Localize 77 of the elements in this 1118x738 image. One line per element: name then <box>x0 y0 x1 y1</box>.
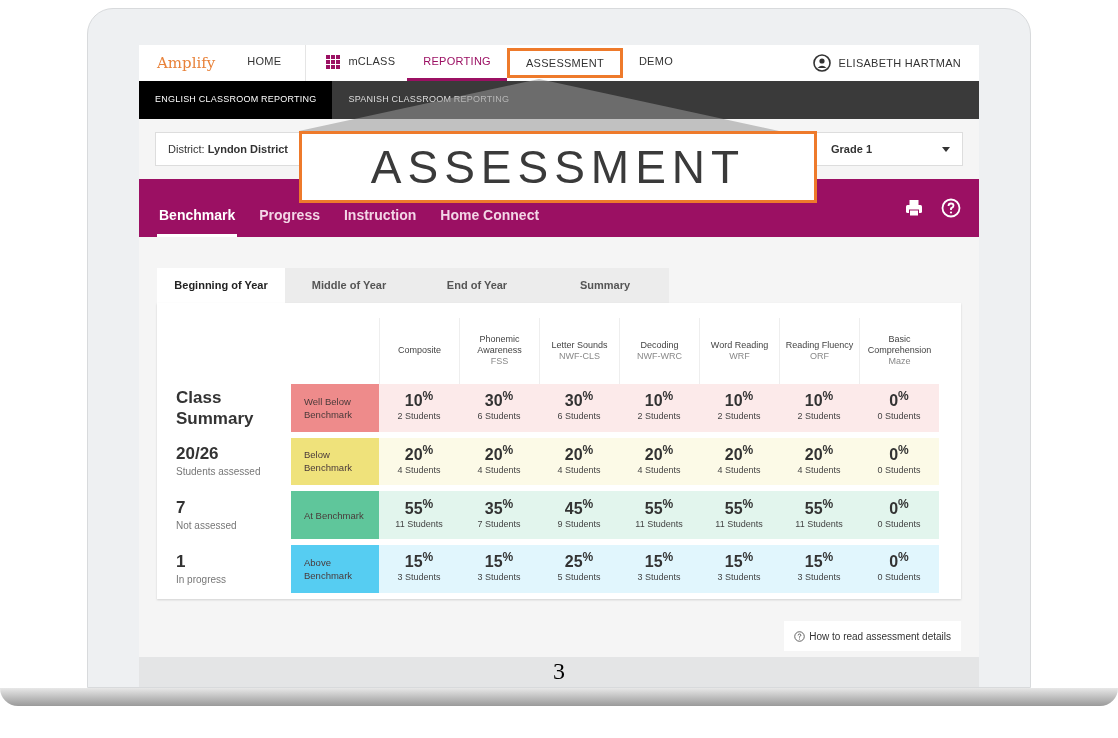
level-label: Above Benchmark <box>291 545 379 593</box>
caret-icon <box>942 146 950 152</box>
user-name[interactable]: ELISABETH HARTMAN <box>838 54 961 72</box>
column-code: NWF-CLS <box>559 350 600 362</box>
table-cell: 10$^{%}$ 2 Students <box>779 383 859 432</box>
column-code: WRF <box>729 350 750 362</box>
help-icon[interactable] <box>941 198 961 218</box>
table-cell: 20$^{%}$ 4 Students <box>699 437 779 486</box>
section-tab[interactable]: Instruction <box>341 204 419 237</box>
table-cell: 55$^{%}$ 11 Students <box>379 491 459 540</box>
summary-value: 7 <box>176 497 187 518</box>
column-header: Composite <box>397 345 442 357</box>
table-cell: 15$^{%}$ 3 Students <box>779 545 859 593</box>
table-cell: 10$^{%}$ 2 Students <box>699 383 779 432</box>
sub-nav-tab[interactable]: ENGLISH CLASSROOM REPORTING <box>139 81 333 119</box>
table-cell: 10$^{%}$ 2 Students <box>619 383 699 432</box>
column-header: Basic Comprehension <box>866 334 933 357</box>
table-cell: 10$^{%}$ 2 Students <box>379 383 459 432</box>
column-header: Letter Sounds <box>550 339 609 351</box>
table-cell: 15$^{%}$ 3 Students <box>619 545 699 593</box>
period-tab[interactable]: Beginning of Year <box>157 268 285 303</box>
table-cell: 30$^{%}$ 6 Students <box>539 383 619 432</box>
help-link[interactable]: How to read assessment details <box>784 621 961 651</box>
column-code: NWF-WRC <box>637 350 682 362</box>
summary-value: 20/26 <box>176 443 220 464</box>
table-cell: 20$^{%}$ 4 Students <box>619 437 699 486</box>
column-header: Reading Fluency <box>784 339 855 351</box>
table-cell: 20$^{%}$ 4 Students <box>779 437 859 486</box>
section-tab[interactable]: Progress <box>257 204 322 237</box>
level-label: At Benchmark <box>291 491 379 540</box>
summary-title: Class Summary <box>176 386 255 429</box>
table-cell: 25$^{%}$ 5 Students <box>539 545 619 593</box>
table-cell: 35$^{%}$ 7 Students <box>459 491 539 540</box>
table-cell: 20$^{%}$ 4 Students <box>459 437 539 486</box>
nav-link[interactable]: mCLASS <box>314 45 408 81</box>
column-code: FSS <box>490 356 509 368</box>
nav-link[interactable]: ASSESSMENT <box>506 48 623 78</box>
page-number: 3 <box>553 657 565 685</box>
table-cell: 20$^{%}$ 4 Students <box>539 437 619 486</box>
period-tab[interactable]: End of Year <box>413 268 541 303</box>
summary-caption: Not assessed <box>176 518 238 533</box>
column-code: ORF <box>810 350 829 362</box>
table-cell: 15$^{%}$ 3 Students <box>459 545 539 593</box>
column-header: Decoding <box>639 339 680 351</box>
district-filter[interactable]: District: Lyndon District <box>168 140 288 158</box>
table-cell: 0$^{%}$ 0 Students <box>859 383 939 432</box>
section-tab[interactable]: Benchmark <box>157 204 238 237</box>
table-cell: 55$^{%}$ 11 Students <box>699 491 779 540</box>
table-cell: 0$^{%}$ 0 Students <box>859 545 939 593</box>
callout-text: ASSESSMENT <box>370 139 746 195</box>
nav-link[interactable]: HOME <box>231 45 298 81</box>
column-header: Word Reading <box>709 339 770 351</box>
table-cell: 55$^{%}$ 11 Students <box>619 491 699 540</box>
user-icon <box>812 54 831 72</box>
level-label: Below Benchmark <box>291 437 379 486</box>
section-tab[interactable]: Home Connect <box>438 204 542 237</box>
table-cell: 55$^{%}$ 11 Students <box>779 491 859 540</box>
summary-caption: Students assessed <box>176 464 262 479</box>
column-header: Phonemic Awareness <box>476 334 523 357</box>
level-label: Well Below Benchmark <box>291 383 379 432</box>
table-cell: 30$^{%}$ 6 Students <box>459 383 539 432</box>
period-tab[interactable]: Middle of Year <box>285 268 413 303</box>
summary-value: 1 <box>176 551 187 572</box>
table-cell: 15$^{%}$ 3 Students <box>379 545 459 593</box>
nav-link[interactable]: DEMO <box>622 45 689 81</box>
help-icon <box>794 630 806 642</box>
grid-icon <box>326 54 341 69</box>
table-cell: 45$^{%}$ 9 Students <box>539 491 619 540</box>
table-cell: 20$^{%}$ 4 Students <box>379 437 459 486</box>
column-code: Maze <box>888 356 911 368</box>
table-cell: 0$^{%}$ 0 Students <box>859 491 939 540</box>
table-cell: 0$^{%}$ 0 Students <box>859 437 939 486</box>
print-icon[interactable] <box>905 199 923 217</box>
summary-caption: In progress <box>176 572 228 587</box>
grade-filter[interactable]: Grade 1 <box>831 140 872 158</box>
table-cell: 15$^{%}$ 3 Students <box>699 545 779 593</box>
period-tab[interactable]: Summary <box>541 268 669 303</box>
